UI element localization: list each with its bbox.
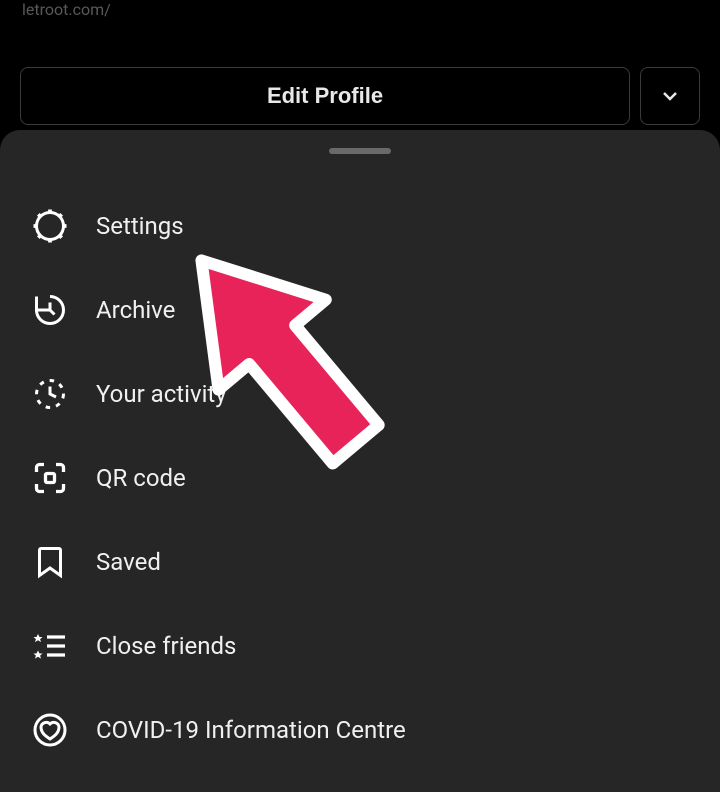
drag-handle[interactable]: [329, 148, 391, 154]
menu-label: Saved: [96, 548, 161, 576]
qr-icon: [30, 458, 70, 498]
menu-item-qr[interactable]: QR code: [0, 436, 720, 520]
menu-label: Archive: [96, 296, 175, 324]
archive-icon: [30, 290, 70, 330]
closefriends-icon: [30, 626, 70, 666]
edit-profile-button[interactable]: Edit Profile: [20, 67, 630, 125]
chevron-down-icon: [658, 84, 682, 108]
activity-icon: [30, 374, 70, 414]
bottom-sheet: Settings Archive Your activity: [0, 130, 720, 792]
menu-label: Your activity: [96, 380, 227, 408]
menu-item-archive[interactable]: Archive: [0, 268, 720, 352]
menu-label: COVID-19 Information Centre: [96, 716, 406, 744]
expand-button[interactable]: [640, 67, 700, 125]
edit-profile-label: Edit Profile: [267, 83, 383, 109]
menu-item-closefriends[interactable]: Close friends: [0, 604, 720, 688]
menu-label: Settings: [96, 212, 184, 240]
link-text: letroot.com/: [20, 0, 700, 27]
menu-label: QR code: [96, 464, 186, 492]
menu-item-saved[interactable]: Saved: [0, 520, 720, 604]
saved-icon: [30, 542, 70, 582]
menu-item-settings[interactable]: Settings: [0, 184, 720, 268]
menu-item-activity[interactable]: Your activity: [0, 352, 720, 436]
covid-icon: [30, 710, 70, 750]
menu-item-covid[interactable]: COVID-19 Information Centre: [0, 688, 720, 772]
settings-icon: [30, 206, 70, 246]
menu-label: Close friends: [96, 632, 236, 660]
